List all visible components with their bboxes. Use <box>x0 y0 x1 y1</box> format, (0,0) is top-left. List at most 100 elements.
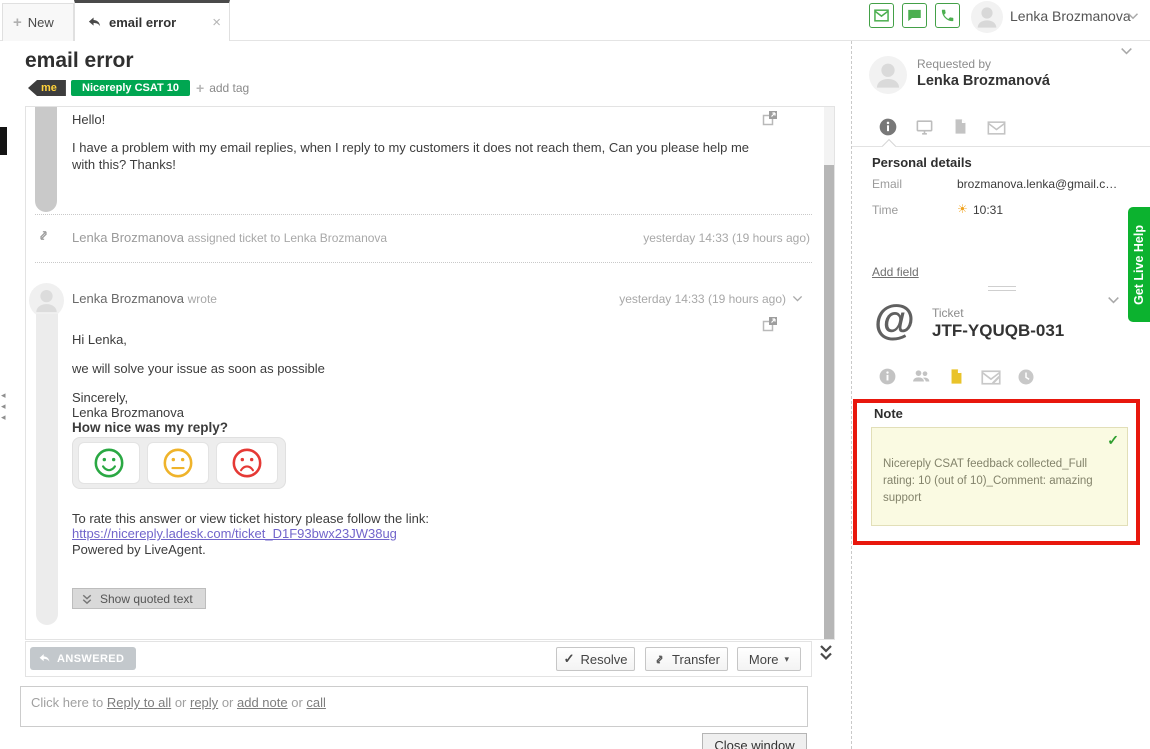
assign-transfer-icon <box>36 228 51 243</box>
system-event-time: yesterday 14:33 (19 hours ago) <box>520 231 810 245</box>
user-menu[interactable]: Lenka Brozmanova <box>1010 8 1131 24</box>
transfer-icon <box>653 653 666 666</box>
reply-icon <box>38 652 51 665</box>
chat-bubble-icon <box>907 8 922 23</box>
add-tag-label: add tag <box>209 81 249 95</box>
transfer-button[interactable]: Transfer <box>645 647 728 671</box>
tab-contact-info[interactable] <box>878 117 898 137</box>
requested-by-label: Requested by <box>917 57 991 71</box>
open-in-popup-icon[interactable] <box>762 316 778 332</box>
tab-contact-notes[interactable] <box>952 117 969 136</box>
ticket-note[interactable]: ✓ Nicereply CSAT feedback collected_Full… <box>871 427 1128 526</box>
open-in-popup-icon[interactable] <box>762 110 778 126</box>
tab-ticket-contacts[interactable] <box>911 368 931 385</box>
more-button[interactable]: More ▾ <box>737 647 801 671</box>
note-text: Nicereply CSAT feedback collected_Full r… <box>883 456 1121 507</box>
active-tab-notch <box>882 139 896 153</box>
thread-separator <box>35 262 812 263</box>
neutral-face-icon <box>161 446 195 480</box>
new-chat-button[interactable] <box>902 3 927 28</box>
tag-me[interactable]: me <box>28 80 66 96</box>
show-quoted-label: Show quoted text <box>100 592 193 606</box>
reply-input-bar[interactable]: Click here to Reply to all or reply or a… <box>20 686 808 727</box>
rate-instruction: To rate this answer or view ticket histo… <box>72 510 429 527</box>
system-event-text: Lenka Brozmanova assigned ticket to Lenk… <box>72 230 387 245</box>
collapse-sidebar-arrows[interactable]: ◂◂◂ <box>1 390 6 423</box>
tag-nicereply-csat[interactable]: Nicereply CSAT 10 <box>71 80 190 96</box>
at-sign-icon: @ <box>874 296 915 344</box>
new-email-button[interactable] <box>869 3 894 28</box>
tab-new[interactable]: + New <box>2 3 74 41</box>
rate-neutral-button[interactable] <box>147 442 209 484</box>
section-drag-handle[interactable] <box>988 286 1016 294</box>
reply-to-all-link[interactable]: Reply to all <box>107 695 171 710</box>
or-text: or <box>291 695 303 710</box>
powered-by-text: Powered by LiveAgent. <box>72 541 206 558</box>
tab-contact-screen[interactable] <box>915 118 934 137</box>
tab-ticket-notes-active[interactable] <box>948 367 965 386</box>
message1-body: I have a problem with my email replies, … <box>72 139 772 173</box>
or-text: or <box>175 695 187 710</box>
tab-new-label: New <box>28 15 54 30</box>
message2-avatar-bar <box>36 314 58 625</box>
nicereply-ticket-link[interactable]: https://nicereply.ladesk.com/ticket_D1F9… <box>72 526 397 541</box>
system-event-actor: Lenka Brozmanova <box>72 230 184 245</box>
close-tab-icon[interactable]: × <box>212 14 221 31</box>
clock-icon <box>1017 368 1035 386</box>
add-note-link[interactable]: add note <box>237 695 288 710</box>
sidebar-tabs-divider <box>852 146 1150 147</box>
double-chevron-down-icon <box>81 593 93 605</box>
show-quoted-text-button[interactable]: Show quoted text <box>72 588 206 609</box>
time-field-label: Time <box>872 203 898 217</box>
rate-bad-button[interactable] <box>216 442 278 484</box>
tab-ticket-info[interactable] <box>878 367 897 386</box>
message2-collapse-chevron-icon[interactable] <box>792 295 803 302</box>
live-help-label: Get Live Help <box>1132 225 1146 305</box>
rate-good-button[interactable] <box>78 442 140 484</box>
requester-section-chevron-icon[interactable] <box>1120 47 1133 55</box>
tab-contact-email[interactable] <box>987 121 1006 135</box>
message2-header: Lenka Brozmanova wrote <box>72 291 217 306</box>
close-window-button[interactable]: Close window <box>702 733 807 749</box>
requester-avatar <box>869 56 907 94</box>
message1-greeting: Hello! <box>72 111 105 128</box>
sidebar-divider <box>851 41 852 749</box>
ticket-section-chevron-icon[interactable] <box>1107 296 1120 304</box>
personal-details-title: Personal details <box>872 155 972 170</box>
new-call-button[interactable] <box>935 3 960 28</box>
plus-icon: + <box>196 80 204 96</box>
or-text: or <box>222 695 234 710</box>
reply-link[interactable]: reply <box>190 695 218 710</box>
message2-avatar <box>29 283 64 318</box>
more-label: More <box>749 652 779 667</box>
tab-active-label: email error <box>109 15 176 30</box>
close-window-label: Close window <box>714 738 794 749</box>
get-live-help-tab[interactable]: Get Live Help <box>1128 207 1150 322</box>
email-field-label: Email <box>872 177 902 191</box>
check-icon: ✓ <box>1107 432 1119 449</box>
info-icon <box>878 117 898 137</box>
user-menu-chevron-icon[interactable] <box>1127 12 1139 20</box>
left-edge-marker <box>0 127 7 155</box>
ticket-id: JTF-YQUQB-031 <box>932 321 1064 341</box>
status-badge: ANSWERED <box>30 647 136 670</box>
tab-ticket-history[interactable] <box>1017 368 1035 386</box>
tab-ticket-compose[interactable] <box>981 370 1001 385</box>
user-name: Lenka Brozmanova <box>1010 8 1131 24</box>
resolve-button[interactable]: ✓ Resolve <box>556 647 635 671</box>
add-field-link[interactable]: Add field <box>872 265 919 279</box>
user-avatar[interactable] <box>971 1 1003 33</box>
tab-email-error[interactable]: email error × <box>74 0 230 41</box>
time-field-value: 10:31 <box>973 203 1003 217</box>
thread-separator <box>35 214 812 215</box>
file-icon <box>952 117 969 136</box>
add-tag-button[interactable]: + add tag <box>196 80 249 96</box>
email-field-value: brozmanova.lenka@gmail.c… <box>957 177 1117 191</box>
system-event-action: assigned ticket to Lenka Brozmanova <box>188 231 387 245</box>
monitor-icon <box>915 118 934 137</box>
call-link[interactable]: call <box>306 695 326 710</box>
envelope-icon <box>874 9 889 22</box>
collapse-panel-double-chevron-icon[interactable] <box>818 643 834 663</box>
thread-scrollbar-thumb[interactable] <box>824 165 834 639</box>
ticket-title: email error <box>25 49 134 73</box>
